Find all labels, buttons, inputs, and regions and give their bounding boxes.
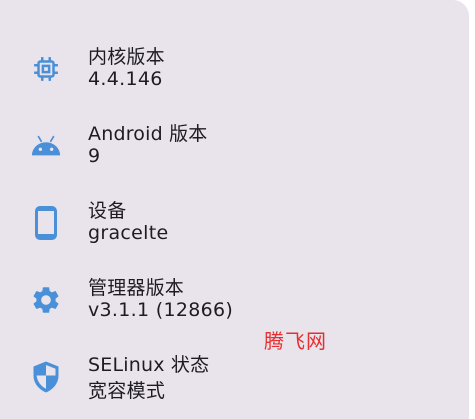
row-android-version: Android 版本 9 [0,107,469,184]
android-version-value: 9 [88,145,101,167]
row-kernel-version: 内核版本 4.4.146 [0,30,469,107]
manager-version-value: v3.1.1 (12866) [88,299,234,321]
kernel-version-value: 4.4.146 [88,68,163,90]
chip-icon [30,53,62,85]
info-card: 内核版本 4.4.146 Android 版本 9 设备 gracelte 管理… [0,0,469,419]
kernel-version-label: 内核版本 [88,46,165,68]
manager-version-label: 管理器版本 [88,277,185,299]
selinux-status-label: SELinux 状态 [88,354,210,376]
phone-icon [30,205,62,240]
device-value: gracelte [88,222,169,244]
gear-icon [30,284,62,316]
row-selinux-status: SELinux 状态 宽容模式 [0,338,469,415]
device-label: 设备 [88,200,127,222]
watermark-text: 腾飞网 [264,329,327,353]
row-manager-version: 管理器版本 v3.1.1 (12866) [0,261,469,338]
android-version-label: Android 版本 [88,123,208,145]
selinux-status-value: 宽容模式 [88,380,166,402]
row-device: 设备 gracelte [0,184,469,261]
shield-icon [30,361,62,393]
android-icon [30,130,62,162]
